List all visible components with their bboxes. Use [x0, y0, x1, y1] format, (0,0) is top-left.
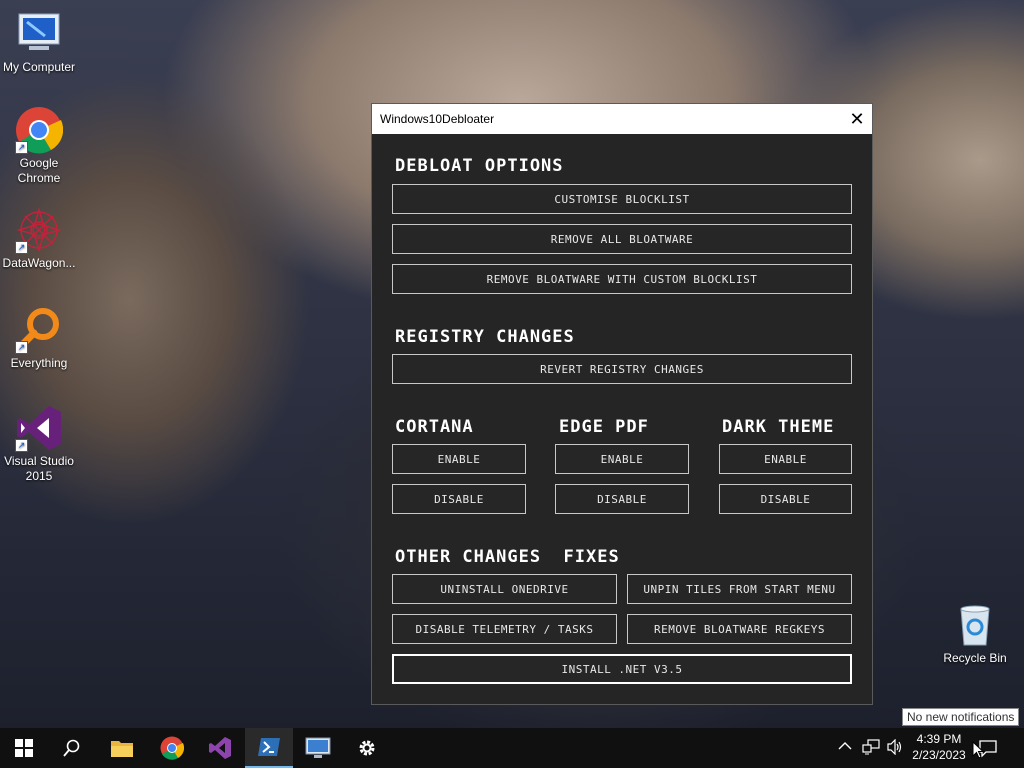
section-dark-theme: DARK THEME	[722, 417, 835, 437]
network-icon	[862, 739, 880, 755]
notification-tooltip: No new notifications	[902, 708, 1020, 726]
visual-studio-icon: ↗	[15, 404, 63, 452]
tray-show-hidden[interactable]	[838, 740, 852, 754]
clock-time: 4:39 PM	[916, 732, 962, 746]
remove-all-bloatware-button[interactable]: REMOVE ALL BLOATWARE	[392, 224, 852, 254]
section-cortana: CORTANA	[395, 417, 474, 437]
desktop-icon-label: Visual Studio 2015	[4, 454, 74, 483]
cortana-enable-button[interactable]: ENABLE	[392, 444, 526, 474]
recycle-bin-icon	[955, 603, 995, 647]
shortcut-arrow-icon: ↗	[15, 439, 28, 452]
search-button[interactable]	[48, 728, 96, 768]
close-icon: ✕	[849, 109, 865, 129]
tray-volume[interactable]	[886, 738, 904, 758]
edge-pdf-enable-button[interactable]: ENABLE	[555, 444, 689, 474]
taskbar: 4:39 PM 2/23/2023	[0, 728, 1024, 768]
section-edge-pdf: EDGE PDF	[559, 417, 649, 437]
customise-blocklist-button[interactable]: CUSTOMISE BLOCKLIST	[392, 184, 852, 214]
close-button[interactable]: ✕	[842, 104, 872, 134]
desktop-icon-recycle-bin[interactable]: Recycle Bin	[938, 603, 1012, 665]
section-debloat-options: DEBLOAT OPTIONS	[395, 156, 564, 176]
revert-registry-button[interactable]: REVERT REGISTRY CHANGES	[392, 354, 852, 384]
remove-regkeys-button[interactable]: REMOVE BLOATWARE REGKEYS	[627, 614, 852, 644]
mouse-cursor-icon	[972, 741, 984, 759]
taskbar-remote-desktop[interactable]	[294, 728, 342, 768]
window-title: Windows10Debloater	[380, 112, 495, 126]
unpin-tiles-button[interactable]: UNPIN TILES FROM START MENU	[627, 574, 852, 604]
install-net-button[interactable]: INSTALL .NET V3.5	[392, 654, 852, 684]
desktop-icon-google-chrome[interactable]: ↗ Google Chrome	[0, 106, 78, 186]
desktop-icon-my-computer[interactable]: My Computer	[0, 10, 78, 75]
dark-theme-enable-button[interactable]: ENABLE	[719, 444, 852, 474]
recycle-bin-label: Recycle Bin	[943, 651, 1007, 665]
clock-date: 2/23/2023	[912, 748, 966, 762]
edge-pdf-disable-button[interactable]: DISABLE	[555, 484, 689, 514]
search-icon	[63, 739, 80, 757]
disable-telemetry-button[interactable]: DISABLE TELEMETRY / TASKS	[392, 614, 617, 644]
windows-start-icon	[15, 739, 33, 757]
taskbar-chrome[interactable]	[148, 728, 196, 768]
powershell-icon	[258, 738, 280, 756]
cortana-disable-button[interactable]: DISABLE	[392, 484, 526, 514]
taskbar-powershell[interactable]	[245, 728, 293, 768]
shortcut-arrow-icon: ↗	[15, 341, 28, 354]
start-button[interactable]	[0, 728, 48, 768]
datawagon-icon: ↗	[15, 206, 63, 254]
uninstall-onedrive-button[interactable]: UNINSTALL ONEDRIVE	[392, 574, 617, 604]
computer-icon	[15, 10, 63, 58]
taskbar-visual-studio[interactable]	[196, 728, 244, 768]
visual-studio-icon	[209, 737, 231, 759]
chrome-icon	[160, 736, 184, 760]
desktop-icon-label: Google Chrome	[17, 156, 61, 185]
desktop-icon-visual-studio[interactable]: ↗ Visual Studio 2015	[0, 404, 78, 484]
dark-theme-disable-button[interactable]: DISABLE	[719, 484, 852, 514]
tray-clock[interactable]: 4:39 PM 2/23/2023	[910, 731, 968, 763]
everything-icon: ↗	[15, 306, 63, 354]
taskbar-file-explorer[interactable]	[98, 728, 146, 768]
settings-gear-icon	[359, 740, 375, 756]
shortcut-arrow-icon: ↗	[15, 141, 28, 154]
section-registry-changes: REGISTRY CHANGES	[395, 327, 575, 347]
remote-desktop-icon	[305, 737, 331, 758]
desktop-icon-label: DataWagon...	[2, 256, 76, 270]
file-explorer-icon	[111, 741, 133, 757]
chevron-up-icon	[838, 742, 852, 750]
desktop-icon-label: Everything	[10, 356, 68, 370]
chrome-icon: ↗	[15, 106, 64, 154]
desktop-icon-label: My Computer	[2, 60, 76, 74]
speaker-icon	[887, 738, 902, 756]
window-content: DEBLOAT OPTIONS CUSTOMISE BLOCKLIST REMO…	[372, 134, 872, 704]
tray-network[interactable]	[862, 739, 880, 758]
taskbar-settings[interactable]	[343, 728, 391, 768]
section-other-changes-fixes: OTHER CHANGES FIXES	[395, 547, 620, 567]
desktop-icon-datawagon[interactable]: ↗ DataWagon...	[0, 206, 78, 271]
window-titlebar[interactable]: Windows10Debloater ✕	[372, 104, 872, 134]
remove-custom-blocklist-button[interactable]: REMOVE BLOATWARE WITH CUSTOM BLOCKLIST	[392, 264, 852, 294]
shortcut-arrow-icon: ↗	[15, 241, 28, 254]
debloater-window: Windows10Debloater ✕ DEBLOAT OPTIONS CUS…	[371, 103, 873, 705]
desktop-icon-everything[interactable]: ↗ Everything	[0, 306, 78, 371]
